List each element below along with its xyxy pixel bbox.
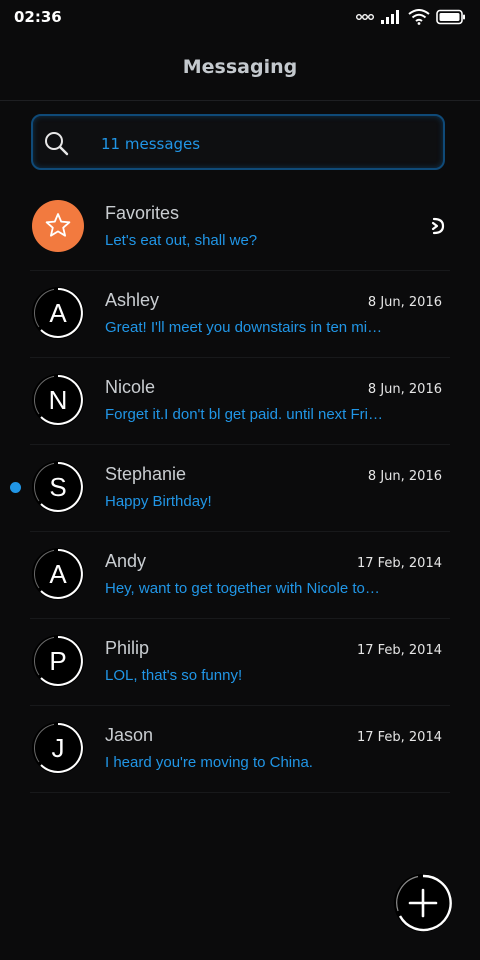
conversation-date: 17 Feb, 2014 (356, 730, 442, 745)
search-icon (45, 132, 69, 156)
avatar-letter: P (49, 646, 67, 676)
conversation-row-ashley[interactable]: A Ashley 8 Jun, 2016 Great! I'll meet yo… (0, 271, 480, 358)
conversation-row-favorites[interactable]: Favorites Let's eat out, shall we? (0, 184, 480, 271)
conversation-name: Andy (105, 551, 147, 571)
signal-icon (381, 10, 399, 24)
conversation-row-nicole[interactable]: N Nicole 8 Jun, 2016 Forget it.I don't b… (0, 358, 480, 445)
new-message-button[interactable] (394, 874, 452, 932)
avatar-letter: N (48, 385, 68, 415)
conversation-name: Nicole (105, 377, 156, 397)
conversation-name: Philip (105, 638, 150, 658)
status-icons (356, 8, 466, 26)
avatar: A (32, 287, 84, 339)
search-summary: 11 messages (101, 135, 201, 153)
conversation-list: Favorites Let's eat out, shall we? A Ash… (0, 184, 480, 793)
conversation-date: 8 Jun, 2016 (367, 469, 442, 484)
avatar-letter: A (49, 559, 67, 589)
avatar: J (32, 722, 84, 774)
conversation-date: 8 Jun, 2016 (367, 295, 442, 310)
conversation-row-jason[interactable]: J Jason 17 Feb, 2014 I heard you're movi… (0, 706, 480, 793)
plus-icon (396, 874, 452, 932)
conversation-date: 8 Jun, 2016 (367, 382, 442, 397)
conversation-name: Ashley (105, 290, 160, 310)
avatar-letter: A (49, 298, 67, 328)
avatar: N (32, 374, 84, 426)
conversation-preview: Happy Birthday! (105, 493, 212, 510)
conversation-preview: Great! I'll meet you downstairs in ten m… (105, 319, 385, 336)
conversation-preview: LOL, that's so funny! (105, 667, 243, 684)
messaging-screen: 02:36 Messaging 11 messages Favorites Le… (0, 0, 480, 960)
avatar-letter: J (51, 733, 65, 763)
header-divider (0, 100, 480, 101)
conversation-row-andy[interactable]: A Andy 17 Feb, 2014 Hey, want to get tog… (0, 532, 480, 619)
battery-icon (436, 9, 465, 25)
favorites-avatar (32, 200, 84, 252)
status-bar: 02:36 (0, 0, 480, 36)
conversation-row-philip[interactable]: P Philip 17 Feb, 2014 LOL, that's so fun… (0, 619, 480, 706)
conversation-preview: Hey, want to get together with Nicole to… (105, 580, 385, 597)
avatar-letter: S (49, 472, 67, 502)
unread-indicator (10, 482, 21, 493)
conversation-preview: Forget it.I don't bl get paid. until nex… (105, 406, 385, 423)
conversation-preview: I heard you're moving to China. (105, 754, 313, 771)
star-icon (45, 213, 71, 237)
search-input[interactable]: 11 messages (31, 114, 445, 170)
forward-arrow-icon (431, 217, 445, 235)
voicemail-icon (356, 14, 374, 20)
wifi-icon (408, 9, 430, 25)
avatar: P (32, 635, 84, 687)
conversation-name: Jason (105, 725, 154, 745)
avatar: A (32, 548, 84, 600)
conversation-preview: Let's eat out, shall we? (105, 232, 258, 249)
conversation-date: 17 Feb, 2014 (356, 556, 442, 571)
conversation-name: Stephanie (105, 464, 187, 484)
conversation-name: Favorites (105, 203, 180, 223)
avatar: S (32, 461, 84, 513)
conversation-row-stephanie[interactable]: S Stephanie 8 Jun, 2016 Happy Birthday! (0, 445, 480, 532)
page-title: Messaging (182, 56, 298, 78)
status-time: 02:36 (14, 8, 62, 26)
conversation-date: 17 Feb, 2014 (356, 643, 442, 658)
